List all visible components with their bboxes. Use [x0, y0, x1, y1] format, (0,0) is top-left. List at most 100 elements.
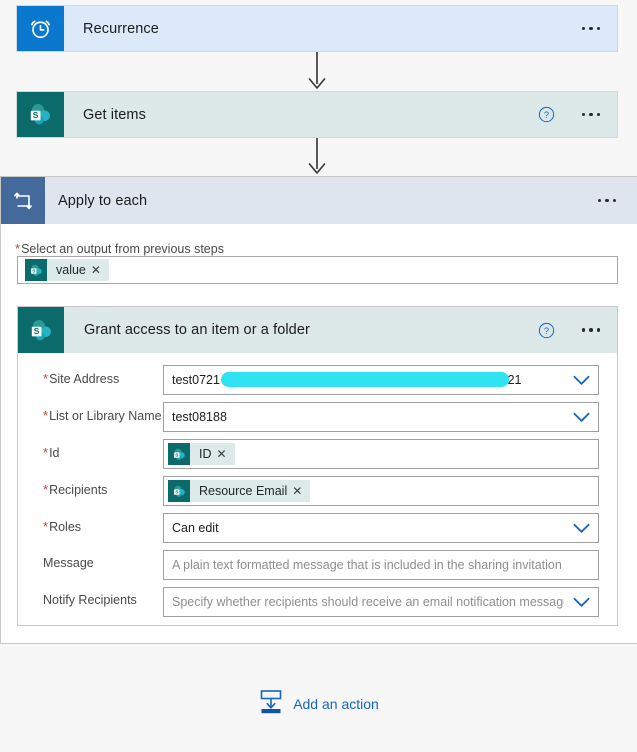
svg-text:?: ? [543, 326, 548, 336]
scope-header[interactable]: Apply to each [1, 177, 637, 224]
roles-dropdown[interactable]: Can edit [163, 513, 599, 543]
required-asterisk: * [15, 241, 21, 256]
ellipsis-dot [596, 26, 600, 31]
list-name-value: test08188 [172, 410, 227, 424]
form-row-recipients: *Recipients S Resource Email ✕ [18, 476, 617, 506]
site-address-value: test0721 - https://xxxxxx-548128.sharepo… [172, 373, 522, 387]
svg-text:?: ? [543, 110, 548, 120]
field-label-text: Roles [49, 520, 82, 534]
question-circle-icon[interactable]: ? [538, 322, 555, 339]
ellipsis-dot [597, 198, 601, 203]
token-container: S ID ✕ [164, 443, 598, 465]
chevron-down-icon[interactable] [564, 597, 598, 608]
token-remove-icon[interactable]: ✕ [91, 264, 109, 276]
svg-text:S: S [33, 326, 39, 336]
more-menu-button[interactable] [579, 107, 604, 123]
sharepoint-icon: S [168, 480, 190, 502]
question-circle-icon[interactable]: ? [538, 106, 555, 123]
notify-recipients-placeholder: Specify whether recipients should receiv… [172, 595, 564, 609]
field-label-id: *Id [43, 445, 60, 460]
sharepoint-icon: S [25, 259, 47, 281]
scope-title: Apply to each [58, 192, 148, 209]
card-header-actions [579, 21, 618, 37]
field-label-notify-recipients: Notify Recipients [43, 593, 137, 607]
chevron-down-icon[interactable] [564, 412, 598, 423]
field-label-roles: *Roles [43, 519, 81, 534]
card-header-actions: ? [538, 322, 618, 339]
scope-header-actions [595, 193, 637, 209]
field-label-text: Site Address [49, 372, 120, 386]
field-label-message: Message [43, 556, 94, 570]
card-title: Recurrence [83, 20, 159, 37]
recipients-input[interactable]: S Resource Email ✕ [163, 476, 599, 506]
roles-value: Can edit [172, 521, 219, 535]
alarm-clock-icon [17, 6, 64, 51]
token-label: Resource Email [199, 484, 288, 498]
svg-text:S: S [175, 452, 178, 457]
ellipsis-dot [596, 328, 600, 332]
token-label: value [56, 263, 86, 277]
sharepoint-icon: S [17, 92, 64, 137]
flow-step-get-items[interactable]: S Get items ? [16, 91, 618, 138]
connector-arrow [305, 52, 329, 91]
field-label-list-name: *List or Library Name [43, 408, 162, 423]
add-an-action-label: Add an action [293, 695, 379, 712]
ellipsis-dot [589, 328, 593, 332]
add-an-action-button[interactable]: Add an action [0, 688, 637, 719]
field-label-text: Recipients [49, 483, 108, 497]
select-output-input[interactable]: S value ✕ [17, 256, 618, 284]
required-asterisk: * [43, 371, 49, 386]
site-address-dropdown[interactable]: test0721 - https://xxxxxx-548128.sharepo… [163, 365, 599, 395]
token-remove-icon[interactable]: ✕ [292, 485, 310, 497]
chevron-down-icon[interactable] [564, 375, 598, 386]
form-row-notify-recipients: Notify Recipients Specify whether recipi… [18, 587, 617, 617]
svg-text:S: S [33, 110, 39, 120]
token-chip-id[interactable]: S ID ✕ [168, 443, 235, 465]
ellipsis-dot [589, 112, 593, 117]
flow-step-recurrence[interactable]: Recurrence [16, 5, 618, 52]
ellipsis-dot [581, 112, 585, 117]
form-row-list-name: *List or Library Name test08188 [18, 402, 617, 432]
more-menu-button[interactable] [579, 322, 604, 338]
more-menu-button[interactable] [595, 193, 620, 209]
required-asterisk: * [43, 445, 49, 460]
svg-text:S: S [32, 268, 35, 273]
flow-action-grant-access: S Grant access to an item or a folder ? … [17, 306, 618, 626]
select-output-label: *Select an output from previous steps [15, 241, 224, 256]
svg-text:S: S [175, 489, 178, 494]
form-row-id: *Id S ID ✕ [18, 439, 617, 469]
token-container: S Resource Email ✕ [164, 480, 598, 502]
field-label-text: Id [49, 446, 60, 460]
card-header[interactable]: S Grant access to an item or a folder ? [18, 307, 617, 353]
card-header: S Get items ? [17, 92, 617, 137]
sharepoint-icon: S [18, 307, 64, 353]
ellipsis-dot [581, 26, 585, 31]
chevron-down-icon[interactable] [564, 523, 598, 534]
loop-icon [1, 177, 45, 224]
token-remove-icon[interactable]: ✕ [217, 448, 235, 460]
sharepoint-icon: S [168, 443, 190, 465]
more-menu-button[interactable] [579, 21, 604, 37]
token-chip-value[interactable]: S value ✕ [25, 259, 109, 281]
ellipsis-dot [581, 328, 585, 332]
notify-recipients-dropdown[interactable]: Specify whether recipients should receiv… [163, 587, 599, 617]
card-title: Grant access to an item or a folder [84, 322, 310, 338]
insert-below-icon [258, 688, 284, 719]
card-header: Recurrence [17, 6, 617, 51]
list-name-dropdown[interactable]: test08188 [163, 402, 599, 432]
message-placeholder: A plain text formatted message that is i… [172, 558, 562, 572]
form-row-roles: *Roles Can edit [18, 513, 617, 543]
required-asterisk: * [43, 482, 49, 497]
token-chip-resource-email[interactable]: S Resource Email ✕ [168, 480, 311, 502]
ellipsis-dot [596, 112, 600, 117]
form-row-site-address: *Site Address test0721 - https://xxxxxx-… [18, 365, 617, 395]
select-output-label-text: Select an output from previous steps [21, 242, 224, 256]
token-label: ID [199, 447, 212, 461]
connector-arrow [305, 138, 329, 176]
ellipsis-dot [589, 26, 593, 31]
id-input[interactable]: S ID ✕ [163, 439, 599, 469]
required-asterisk: * [43, 519, 49, 534]
message-input[interactable]: A plain text formatted message that is i… [163, 550, 599, 580]
field-label-recipients: *Recipients [43, 482, 107, 497]
required-asterisk: * [43, 408, 49, 423]
